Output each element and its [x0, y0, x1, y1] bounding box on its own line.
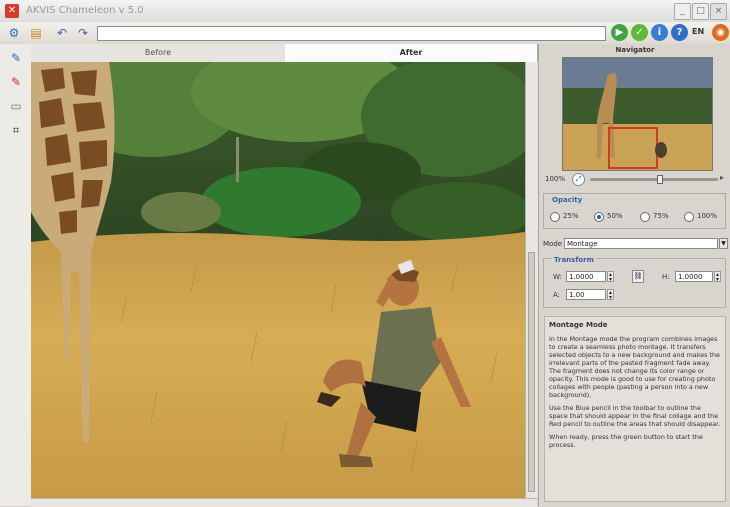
navigator-thumbnail[interactable]	[562, 57, 713, 171]
akvis-logo-icon[interactable]: ◉	[712, 24, 729, 41]
navigator-title: Navigator	[615, 46, 655, 54]
opacity-label: Opacity	[552, 196, 583, 204]
apply-button[interactable]: ✓	[631, 24, 648, 41]
help-paragraph-1: In the Montage mode the program combines…	[549, 335, 720, 399]
help-title: Montage Mode	[549, 321, 608, 329]
height-label: H:	[662, 273, 670, 281]
zoom-slider-thumb[interactable]	[657, 175, 664, 184]
height-spinner[interactable]: ▴ ▾	[714, 271, 721, 283]
view-tabs: Before After	[31, 44, 538, 63]
opacity-50-label: 50%	[607, 212, 623, 220]
undo-icon[interactable]: ↶	[54, 25, 70, 41]
mode-select[interactable]: Montage	[564, 238, 718, 249]
zoom-fit-icon[interactable]: ⤢	[572, 173, 585, 186]
mode-dropdown-arrow-icon[interactable]: ▼	[719, 238, 728, 249]
opacity-75-radio[interactable]	[640, 212, 650, 222]
angle-input[interactable]: 1.00	[566, 289, 606, 300]
settings-icon[interactable]: ⚙	[6, 25, 22, 41]
run-button[interactable]: ▶	[611, 24, 628, 41]
close-button[interactable]: ×	[710, 3, 727, 20]
angle-spinner[interactable]: ▴ ▾	[607, 289, 614, 301]
zoom-value[interactable]: 100%	[545, 175, 565, 183]
tab-after[interactable]: After	[285, 44, 538, 62]
help-paragraph-3: When ready, press the green button to st…	[549, 433, 703, 449]
opacity-50-radio[interactable]	[594, 212, 604, 222]
zoom-in-icon[interactable]: ▸	[720, 173, 724, 182]
title-bar: ✕ AKVIS Chameleon v 5.0 _ □ ×	[0, 0, 730, 23]
opacity-100-radio[interactable]	[684, 212, 694, 222]
crop-icon[interactable]: ⌗	[8, 122, 24, 138]
app-logo-icon: ✕	[5, 4, 19, 18]
opacity-100-label: 100%	[697, 212, 718, 220]
navigator-preview-image	[563, 58, 712, 170]
help-button[interactable]: ?	[671, 24, 688, 41]
opacity-75-label: 75%	[653, 212, 669, 220]
opacity-25-label: 25%	[563, 212, 579, 220]
collage-image	[31, 62, 525, 498]
tab-before[interactable]: Before	[31, 44, 286, 62]
info-button[interactable]: i	[651, 24, 668, 41]
mode-label: Mode	[543, 240, 563, 248]
red-pencil-icon[interactable]: ✎	[8, 74, 24, 90]
redo-icon[interactable]: ↷	[75, 25, 91, 41]
minimize-button[interactable]: _	[674, 3, 691, 20]
angle-label: A:	[553, 291, 561, 299]
opacity-25-radio[interactable]	[550, 212, 560, 222]
open-icon[interactable]: ▤	[28, 25, 44, 41]
vertical-scrollbar[interactable]	[525, 62, 538, 498]
tool-strip: ✎ ✎ ▭ ⌗	[0, 44, 32, 506]
width-input[interactable]: 1.0000	[566, 271, 606, 282]
transform-label: Transform	[552, 256, 596, 264]
language-selector[interactable]: EN	[692, 27, 704, 36]
help-panel: Montage Mode In the Montage mode the pro…	[544, 316, 726, 502]
image-canvas[interactable]	[31, 62, 525, 498]
window-title: AKVIS Chameleon v 5.0	[26, 5, 144, 16]
width-label: W:	[553, 273, 562, 281]
link-ratio-icon[interactable]: ⛓	[632, 270, 644, 283]
zoom-slider[interactable]	[590, 175, 718, 184]
blue-pencil-icon[interactable]: ✎	[8, 50, 24, 66]
maximize-button[interactable]: □	[692, 3, 709, 20]
path-field[interactable]	[97, 26, 606, 41]
eraser-icon[interactable]: ▭	[8, 98, 24, 114]
vertical-scroll-thumb[interactable]	[528, 252, 535, 492]
width-spinner[interactable]: ▴ ▾	[607, 271, 614, 283]
help-paragraph-2: Use the Blue pencil in the toolbar to ou…	[549, 404, 721, 428]
height-input[interactable]: 1.0000	[675, 271, 713, 282]
